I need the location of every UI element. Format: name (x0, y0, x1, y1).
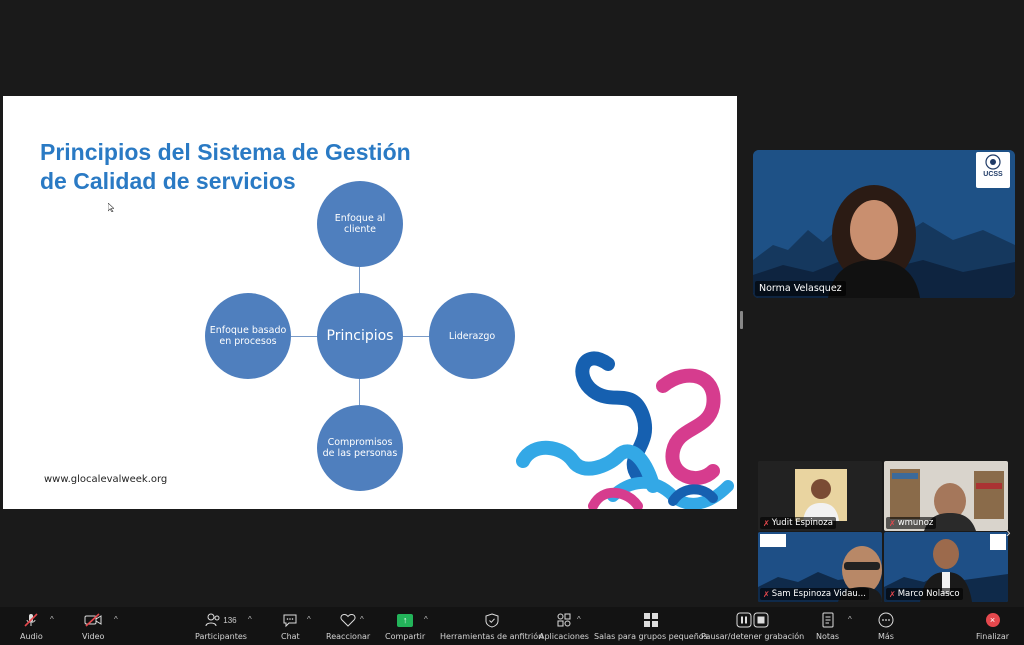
participant-tile[interactable]: ✗ Marco Nolasco (884, 532, 1008, 602)
more-icon (878, 610, 894, 630)
apps-label: Aplicaciones (539, 632, 589, 641)
chat-options-chevron-icon[interactable]: ^ (307, 615, 311, 624)
apps-options-chevron-icon[interactable]: ^ (577, 615, 581, 624)
audio-button[interactable]: Audio (20, 610, 43, 641)
participant-gallery: ✗ Yudit Espinoza ✗ wmunoz ✗ Sam Espinoza Vi… (758, 461, 1010, 603)
heart-icon (340, 610, 356, 630)
end-icon-wrap: × (985, 610, 1000, 630)
share-label: Compartir (385, 632, 426, 641)
more-button[interactable]: Más (878, 610, 894, 641)
participants-count: 136 (223, 615, 237, 625)
share-options-chevron-icon[interactable]: ^ (424, 615, 428, 624)
video-options-chevron-icon[interactable]: ^ (114, 615, 118, 624)
notes-button[interactable]: Notas (816, 610, 839, 641)
host-tools-button[interactable]: Herramientas de anfitrión (440, 610, 543, 641)
diagram-node-bottom: Compromisos de las personas (317, 405, 403, 491)
host-tools-label: Herramientas de anfitrión (440, 632, 544, 641)
shared-screen-slide: Principios del Sistema de Gestión de Cal… (3, 96, 737, 509)
ucss-seal-icon (985, 154, 1001, 170)
slide-title-line-2: de Calidad de servicios (40, 168, 296, 194)
diagram-node-right: Liderazgo (429, 293, 515, 379)
participant-tile[interactable]: ✗ Sam Espinoza Vidau... (758, 532, 882, 602)
more-label: Más (878, 632, 894, 641)
diagram-node-top: Enfoque al cliente (317, 181, 403, 267)
connector-left (291, 336, 318, 337)
participant-name: ✗ Sam Espinoza Vidau... (760, 588, 869, 600)
slide-title-line-1: Principios del Sistema de Gestión (40, 139, 411, 165)
breakout-rooms-icon (643, 610, 659, 630)
decorative-loops-graphic (516, 351, 734, 509)
chat-button[interactable]: Chat (281, 610, 300, 641)
apps-icon (556, 610, 572, 630)
speaker-name: Norma Velasquez (755, 281, 846, 296)
ucss-logo: UCSS (976, 152, 1010, 188)
shield-icon (485, 610, 499, 630)
video-off-icon (84, 610, 102, 630)
video-label: Video (82, 632, 105, 641)
slide-title: Principios del Sistema de Gestión de Cal… (40, 138, 470, 196)
slide-url: www.glocalevalweek.org (44, 474, 168, 485)
participants-icon-wrap: 136 (205, 610, 237, 630)
end-meeting-button[interactable]: × Finalizar (976, 610, 1009, 641)
mic-muted-icon: ✗ (763, 518, 770, 528)
connector-right (401, 336, 429, 337)
breakout-rooms-label: Salas para grupos pequeños (594, 632, 708, 641)
apps-button[interactable]: Aplicaciones (539, 610, 589, 641)
react-label: Reaccionar (326, 632, 371, 641)
share-icon-wrap: ↑ (397, 610, 414, 630)
connector-bottom (359, 378, 360, 405)
chat-icon (282, 610, 298, 630)
participant-name: ✗ wmunoz (886, 517, 937, 529)
participant-name-text: wmunoz (897, 518, 934, 528)
pause-stop-record-icon (736, 610, 770, 630)
participant-name-text: Marco Nolasco (897, 589, 960, 599)
participant-name-text: Yudit Espinoza (771, 518, 833, 528)
mic-muted-icon (23, 610, 39, 630)
breakout-rooms-button[interactable]: Salas para grupos pequeños (594, 610, 708, 641)
notes-options-chevron-icon[interactable]: ^ (848, 615, 852, 624)
participant-tile[interactable]: ✗ Yudit Espinoza (758, 461, 882, 531)
notes-label: Notas (816, 632, 840, 641)
share-button[interactable]: ↑ Compartir (385, 610, 425, 641)
participant-name: ✗ Yudit Espinoza (760, 517, 836, 529)
video-button[interactable]: Video (82, 610, 104, 641)
meeting-toolbar: Audio ^ Video ^ 136 Participantes ^ Chat… (0, 607, 1024, 645)
end-meeting-label: Finalizar (976, 632, 1010, 641)
end-meeting-icon: × (985, 613, 1000, 627)
active-speaker-tile[interactable]: UCSS Norma Velasquez (753, 150, 1015, 298)
participants-icon (205, 613, 220, 627)
audio-label: Audio (20, 632, 43, 641)
ucss-logo-text: UCSS (983, 171, 1003, 178)
participant-tile[interactable]: ✗ wmunoz (884, 461, 1008, 531)
record-button[interactable]: Pausar/detener grabación (701, 610, 804, 641)
diagram-node-left: Enfoque basado en procesos (205, 293, 291, 379)
audio-options-chevron-icon[interactable]: ^ (50, 615, 54, 624)
participants-options-chevron-icon[interactable]: ^ (248, 615, 252, 624)
participant-name: ✗ Marco Nolasco (886, 588, 963, 600)
participants-label: Participantes (195, 632, 247, 641)
mic-muted-icon: ✗ (889, 589, 896, 599)
participant-name-text: Sam Espinoza Vidau... (771, 589, 866, 599)
react-options-chevron-icon[interactable]: ^ (360, 615, 364, 624)
share-screen-icon: ↑ (397, 613, 414, 627)
chat-label: Chat (281, 632, 300, 641)
notes-icon (821, 610, 835, 630)
mouse-cursor-icon (108, 203, 114, 212)
gallery-next-page-icon[interactable]: › (1006, 524, 1011, 540)
record-label: Pausar/detener grabación (701, 632, 805, 641)
panel-resize-handle[interactable] (740, 311, 743, 329)
diagram-node-center: Principios (317, 293, 403, 379)
participants-button[interactable]: 136 Participantes (195, 610, 247, 641)
mic-muted-icon: ✗ (763, 589, 770, 599)
mic-muted-icon: ✗ (889, 518, 896, 528)
